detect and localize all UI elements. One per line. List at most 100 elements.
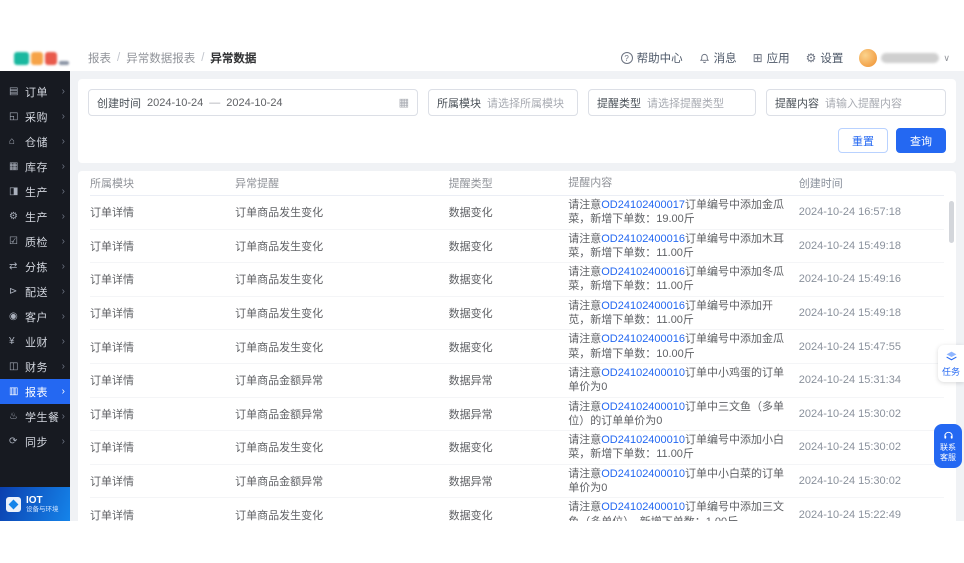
order-number-link[interactable]: OD24102400016 xyxy=(601,233,685,245)
tasks-float-button[interactable]: 任务 xyxy=(938,345,964,382)
breadcrumb-reports[interactable]: 报表 xyxy=(88,50,111,66)
cell-content: 请注意OD24102400010订单中三文鱼（多单位）的订单单价为0 xyxy=(568,400,799,429)
date-start-value: 2024-10-24 xyxy=(147,97,203,109)
cell-type: 数据异常 xyxy=(449,372,569,388)
sidebar-item[interactable]: ◫ 财务 › xyxy=(0,354,70,379)
help-center-button[interactable]: ? 帮助中心 xyxy=(621,50,683,66)
iot-panel[interactable]: IOT 设备与环境 xyxy=(0,487,70,521)
cell-type: 数据变化 xyxy=(449,339,569,355)
sidebar-item-label: 业财 xyxy=(25,334,48,350)
breadcrumb-current: 异常数据 xyxy=(210,50,256,66)
cell-type: 数据异常 xyxy=(449,406,569,422)
alert-content-input[interactable]: 提醒内容 请输入提醒内容 xyxy=(766,89,946,116)
table-row[interactable]: 订单详情 订单商品发生变化 数据变化 请注意OD24102400016订单编号中… xyxy=(90,297,944,331)
sidebar-item[interactable]: ▦ 库存 › xyxy=(0,154,70,179)
order-number-link[interactable]: OD24102400010 xyxy=(601,434,685,446)
table-row[interactable]: 订单详情 订单商品金额异常 数据异常 请注意OD24102400010订单中三文… xyxy=(90,398,944,432)
sidebar-item-icon: ◨ xyxy=(9,187,22,197)
cell-alert: 订单商品发生变化 xyxy=(235,439,449,455)
cell-module: 订单详情 xyxy=(90,305,235,321)
cell-alert: 订单商品发生变化 xyxy=(235,204,449,220)
date-range-picker[interactable]: 创建时间 2024-10-24 — 2024-10-24 ▦ xyxy=(88,89,418,116)
sidebar-item[interactable]: ◉ 客户 › xyxy=(0,304,70,329)
date-range-separator: — xyxy=(209,97,220,109)
cell-content: 请注意OD24102400017订单编号中添加金瓜菜，新增下单数：19.00斤 xyxy=(568,198,799,227)
order-number-link[interactable]: OD24102400017 xyxy=(601,199,685,211)
sidebar-item[interactable]: ▥ 报表 › xyxy=(0,379,70,404)
table-row[interactable]: 订单详情 订单商品发生变化 数据变化 请注意OD24102400016订单编号中… xyxy=(90,263,944,297)
sidebar-item-icon: ⚙ xyxy=(9,212,22,222)
sidebar-item[interactable]: ⌂ 仓储 › xyxy=(0,129,70,154)
messages-label: 消息 xyxy=(714,50,737,66)
cell-content: 请注意OD24102400016订单编号中添加金瓜菜，新增下单数：10.00斤 xyxy=(568,332,799,361)
brand-logo xyxy=(14,52,76,65)
bell-icon xyxy=(699,53,710,64)
calendar-icon: ▦ xyxy=(399,96,409,109)
cell-type: 数据变化 xyxy=(449,204,569,220)
sidebar-item[interactable]: ¥ 业财 › xyxy=(0,329,70,354)
sidebar-item[interactable]: ⚙ 生产 › xyxy=(0,204,70,229)
chevron-right-icon: › xyxy=(62,161,65,172)
customer-service-button[interactable]: 联系客服 xyxy=(934,424,962,468)
order-number-link[interactable]: OD24102400010 xyxy=(601,468,685,480)
apps-button[interactable]: ⊞ 应用 xyxy=(753,50,790,66)
search-button[interactable]: 查询 xyxy=(896,128,946,153)
table-row[interactable]: 订单详情 订单商品发生变化 数据变化 请注意OD24102400010订单编号中… xyxy=(90,498,944,521)
sidebar-item[interactable]: ⇄ 分拣 › xyxy=(0,254,70,279)
cell-alert: 订单商品发生变化 xyxy=(235,507,449,521)
apps-grid-icon: ⊞ xyxy=(753,52,763,64)
order-number-link[interactable]: OD24102400016 xyxy=(601,266,685,278)
breadcrumb: 报表 / 异常数据报表 / 异常数据 xyxy=(88,50,256,66)
sidebar-item[interactable]: ◨ 生产 › xyxy=(0,179,70,204)
chevron-right-icon: › xyxy=(62,436,65,447)
breadcrumb-separator: / xyxy=(201,52,204,64)
table-row[interactable]: 订单详情 订单商品发生变化 数据变化 请注意OD24102400016订单编号中… xyxy=(90,330,944,364)
sidebar-item[interactable]: ⊳ 配送 › xyxy=(0,279,70,304)
table-row[interactable]: 订单详情 订单商品金额异常 数据异常 请注意OD24102400010订单中小白… xyxy=(90,465,944,499)
cell-module: 订单详情 xyxy=(90,439,235,455)
sidebar-item-label: 学生餐 xyxy=(25,409,60,425)
sidebar-item[interactable]: ◱ 采购 › xyxy=(0,104,70,129)
order-number-link[interactable]: OD24102400010 xyxy=(601,401,685,413)
alert-content-placeholder: 请输入提醒内容 xyxy=(825,95,902,111)
cell-time: 2024-10-24 15:49:16 xyxy=(799,273,944,285)
table-row[interactable]: 订单详情 订单商品发生变化 数据变化 请注意OD24102400017订单编号中… xyxy=(90,196,944,230)
table-row[interactable]: 订单详情 订单商品发生变化 数据变化 请注意OD24102400016订单编号中… xyxy=(90,230,944,264)
breadcrumb-exception-report[interactable]: 异常数据报表 xyxy=(126,50,195,66)
sidebar-item-label: 财务 xyxy=(25,359,48,375)
cell-module: 订单详情 xyxy=(90,507,235,521)
order-number-link[interactable]: OD24102400010 xyxy=(601,501,685,513)
chevron-right-icon: › xyxy=(62,361,65,372)
headset-icon xyxy=(943,430,954,441)
layers-icon xyxy=(945,350,958,363)
cell-alert: 订单商品发生变化 xyxy=(235,238,449,254)
order-number-link[interactable]: OD24102400016 xyxy=(601,333,685,345)
table-header: 所属模块 异常提醒 提醒类型 提醒内容 创建时间 xyxy=(90,171,944,196)
chevron-right-icon: › xyxy=(62,261,65,272)
sidebar-item[interactable]: ▤ 订单 › xyxy=(0,79,70,104)
alert-content-label: 提醒内容 xyxy=(775,95,819,111)
chevron-right-icon: › xyxy=(62,386,65,397)
messages-button[interactable]: 消息 xyxy=(699,50,737,66)
user-menu[interactable]: ∨ xyxy=(859,49,950,67)
table-scrollbar[interactable] xyxy=(949,201,954,243)
cell-alert: 订单商品发生变化 xyxy=(235,271,449,287)
cell-time: 2024-10-24 15:49:18 xyxy=(799,240,944,252)
sidebar-item[interactable]: ☑ 质检 › xyxy=(0,229,70,254)
order-number-link[interactable]: OD24102400010 xyxy=(601,367,685,379)
table-row[interactable]: 订单详情 订单商品发生变化 数据变化 请注意OD24102400010订单编号中… xyxy=(90,431,944,465)
order-number-link[interactable]: OD24102400016 xyxy=(601,300,685,312)
alert-type-placeholder: 请选择提醒类型 xyxy=(647,95,724,111)
cell-time: 2024-10-24 16:57:18 xyxy=(799,206,944,218)
column-content: 提醒内容 xyxy=(568,176,799,190)
cell-content: 请注意OD24102400016订单编号中添加开苋，新增下单数：11.00斤 xyxy=(568,299,799,328)
app-window: 报表 / 异常数据报表 / 异常数据 ? 帮助中心 消息 ⊞ 应用 ⚙ 设置 xyxy=(0,0,964,563)
sidebar-item[interactable]: ⟳ 同步 › xyxy=(0,429,70,454)
reset-button[interactable]: 重置 xyxy=(838,128,888,153)
column-alert: 异常提醒 xyxy=(235,175,449,191)
sidebar-item[interactable]: ♨ 学生餐 › xyxy=(0,404,70,429)
settings-button[interactable]: ⚙ 设置 xyxy=(806,50,844,66)
table-row[interactable]: 订单详情 订单商品金额异常 数据异常 请注意OD24102400010订单中小鸡… xyxy=(90,364,944,398)
alert-type-select[interactable]: 提醒类型 请选择提醒类型 xyxy=(588,89,756,116)
module-select[interactable]: 所属模块 请选择所属模块 xyxy=(428,89,578,116)
